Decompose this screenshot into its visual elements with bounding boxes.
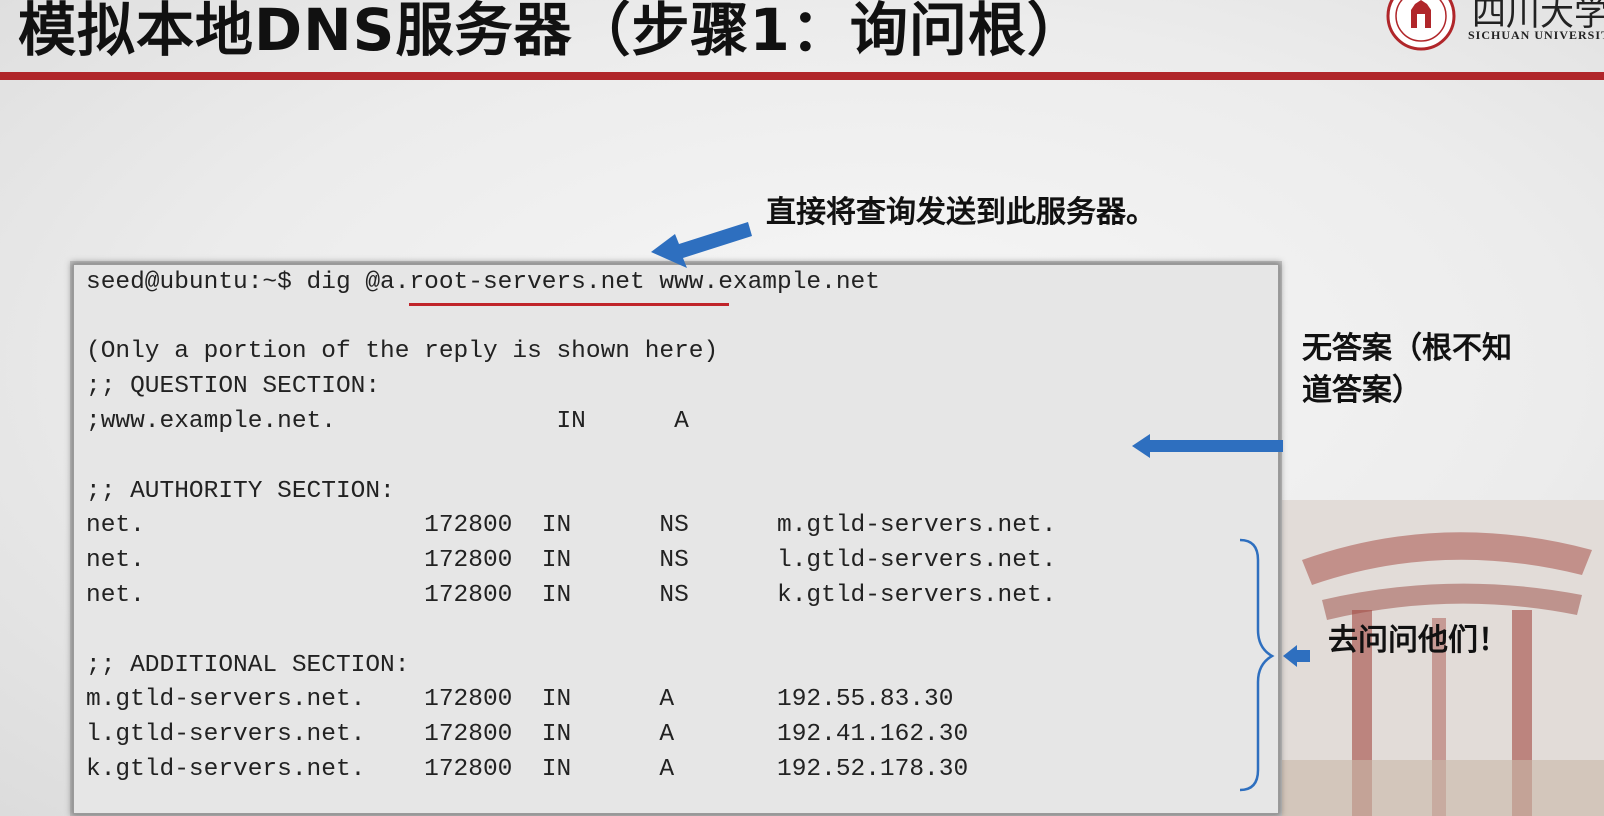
- university-seal-icon: [1386, 0, 1456, 51]
- terminal-line: net. 172800 IN NS l.gtld-servers.net.: [86, 547, 1057, 574]
- title-accent-bar: [0, 72, 1604, 80]
- slide-title: 模拟本地DNS服务器（步骤1：询问根）: [18, 0, 1086, 64]
- university-name-en: SICHUAN UNIVERSITY: [1468, 28, 1604, 42]
- terminal-line: net. 172800 IN NS k.gtld-servers.net.: [86, 582, 1057, 609]
- terminal-line: k.gtld-servers.net. 172800 IN A 192.52.1…: [86, 756, 969, 783]
- terminal-line: ;www.example.net. IN A: [86, 408, 689, 435]
- terminal-line: ;; QUESTION SECTION:: [86, 373, 381, 400]
- server-underline: [409, 303, 729, 306]
- terminal-line: m.gtld-servers.net. 172800 IN A 192.55.8…: [86, 686, 954, 713]
- terminal-line: (Only a portion of the reply is shown he…: [86, 338, 719, 365]
- no-answer-note-line2: 道答案）: [1302, 373, 1422, 408]
- terminal-line: seed@ubuntu:~$ dig @a.root-servers.net w…: [86, 269, 880, 296]
- terminal-line: l.gtld-servers.net. 172800 IN A 192.41.1…: [86, 721, 969, 748]
- ask-them-note: 去问问他们！: [1328, 623, 1508, 658]
- no-answer-note-line1: 无答案（根不知: [1302, 331, 1512, 366]
- terminal-line: ;; ADDITIONAL SECTION:: [86, 652, 410, 679]
- direct-query-note: 直接将查询发送到此服务器。: [766, 195, 1156, 230]
- terminal-output: seed@ubuntu:~$ dig @a.root-servers.net w…: [73, 264, 1279, 814]
- terminal-line: net. 172800 IN NS m.gtld-servers.net.: [86, 512, 1057, 539]
- terminal-line: ;; AUTHORITY SECTION:: [86, 478, 395, 505]
- arrow-to-server-icon: [651, 222, 752, 268]
